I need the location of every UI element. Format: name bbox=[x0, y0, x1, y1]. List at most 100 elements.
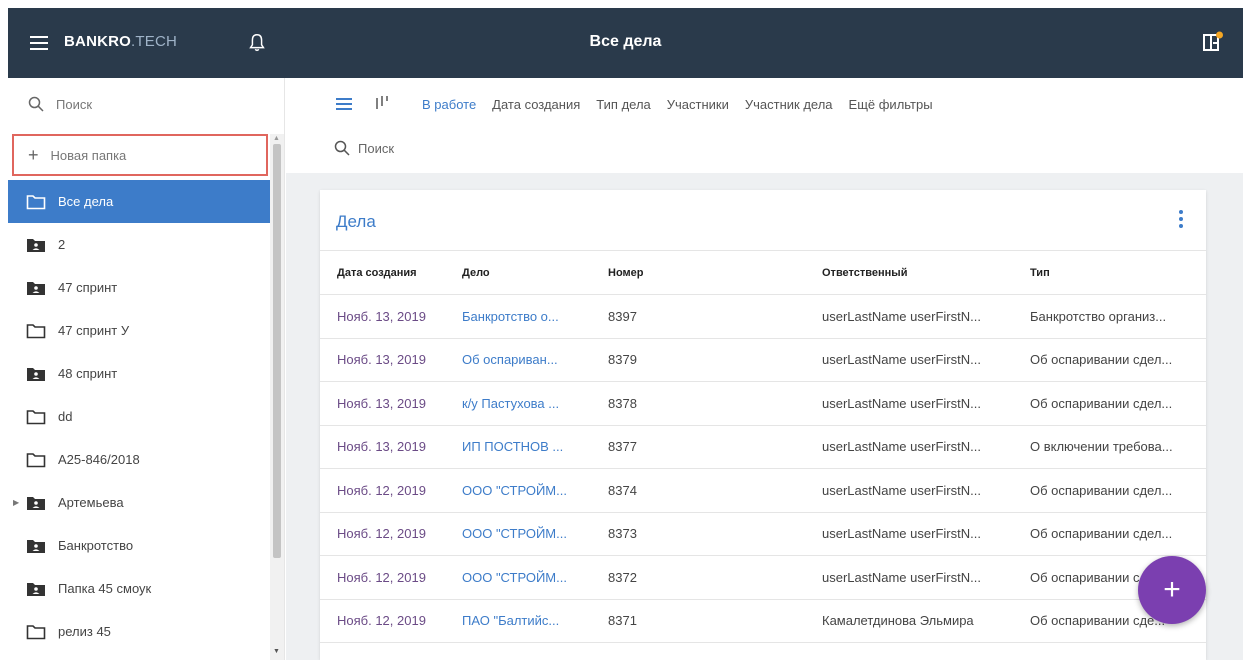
table-cell: Нояб. 12, 2019 bbox=[320, 512, 445, 556]
add-case-button[interactable]: + bbox=[1138, 556, 1206, 624]
folder-icon bbox=[26, 452, 46, 467]
table-cell: userLastName userFirstN... bbox=[805, 468, 1013, 513]
shared-folder-icon bbox=[27, 281, 45, 295]
filter-link[interactable]: Участник дела bbox=[745, 97, 833, 112]
search-icon bbox=[28, 96, 44, 112]
table-row[interactable]: Нояб. 13, 2019 Об оспариван... 8379 userLas… bbox=[320, 338, 1206, 382]
table-cell[interactable]: Банкротство о... bbox=[445, 294, 591, 339]
filter-link[interactable]: В работе bbox=[422, 97, 476, 112]
column-header[interactable]: Дело bbox=[445, 250, 591, 295]
table-cell: Нояб. 12, 2019 bbox=[320, 555, 445, 600]
table-cell: Нояб. 13, 2019 bbox=[320, 338, 445, 382]
shared-folder-icon bbox=[27, 367, 45, 381]
expand-arrow-icon[interactable]: ▶ bbox=[13, 498, 19, 507]
filter-links: В работе Дата создания Тип дела Участники Уч… bbox=[422, 97, 933, 112]
table-cell[interactable]: к/у Пастухова ... bbox=[445, 381, 591, 426]
folder-item[interactable]: Банкротство bbox=[8, 524, 270, 567]
table-cell[interactable]: Об оспариван... bbox=[445, 338, 591, 382]
new-folder-button[interactable]: + Новая папка bbox=[12, 134, 268, 176]
folder-icon bbox=[26, 409, 46, 424]
table-cell: Об оспаривании сдел... bbox=[1013, 512, 1206, 556]
main-content: В работе Дата создания Тип дела Участники Уч… bbox=[286, 78, 1243, 660]
table-cell: Об оспаривании сдел... bbox=[1013, 338, 1206, 382]
plus-icon: + bbox=[28, 145, 39, 165]
table-cell: Нояб. 12, 2019 bbox=[320, 468, 445, 513]
folder-item[interactable]: Папка 45 смоук bbox=[8, 567, 270, 610]
table-row[interactable]: Нояб. 13, 2019 ИП ПОСТНОВ ... 8377 userLast… bbox=[320, 425, 1206, 469]
folder-label: Папка 45 смоук bbox=[58, 581, 152, 596]
filter-link[interactable]: Дата создания bbox=[492, 97, 580, 112]
column-header[interactable]: Дата создания bbox=[320, 250, 445, 295]
folder-label: Артемьева bbox=[58, 495, 124, 510]
cases-card: Дела Дата создания Дело Номер Ответственный… bbox=[320, 190, 1206, 660]
table-body: Нояб. 13, 2019 Банкротство о... 8397 userLa… bbox=[320, 294, 1206, 643]
filter-link[interactable]: Ещё фильтры bbox=[849, 97, 933, 112]
filter-link[interactable]: Тип дела bbox=[596, 97, 650, 112]
cases-table: Дата создания Дело Номер Ответственный Тип Н… bbox=[320, 250, 1206, 643]
table-cell[interactable]: ООО "СТРОЙМ... bbox=[445, 512, 591, 556]
sidebar: Поиск + Новая папка Все дела 2 47 спринт 47… bbox=[8, 78, 285, 660]
page-title: Все дела bbox=[589, 33, 662, 50]
columns-icon[interactable] bbox=[374, 95, 392, 111]
table-row[interactable]: Нояб. 13, 2019 Банкротство о... 8397 userLa… bbox=[320, 294, 1206, 339]
folder-item[interactable]: релиз 45 bbox=[8, 610, 270, 653]
column-header[interactable]: Номер bbox=[591, 250, 805, 295]
folder-label: 2 bbox=[58, 237, 66, 252]
sidebar-scrollbar-thumb[interactable] bbox=[273, 144, 281, 558]
sidebar-search-placeholder: Поиск bbox=[56, 96, 93, 112]
table-cell: 8373 bbox=[591, 512, 805, 556]
table-row[interactable]: Нояб. 13, 2019 к/у Пастухова ... 8378 userL… bbox=[320, 381, 1206, 426]
more-options-icon[interactable] bbox=[1178, 210, 1184, 230]
table-cell: 8372 bbox=[591, 555, 805, 600]
table-cell: 8378 bbox=[591, 381, 805, 426]
table-row[interactable]: Нояб. 12, 2019 ООО "СТРОЙМ... 8374 userLast… bbox=[320, 468, 1206, 513]
shared-folder-icon bbox=[27, 539, 45, 553]
shared-folder-icon bbox=[27, 496, 45, 510]
table-header-row: Дата создания Дело Номер Ответственный Тип bbox=[320, 250, 1206, 295]
filter-link[interactable]: Участники bbox=[667, 97, 729, 112]
folder-item[interactable]: 47 спринт bbox=[8, 266, 270, 309]
main-search[interactable]: Поиск bbox=[334, 140, 394, 156]
list-view-icon[interactable] bbox=[336, 98, 352, 110]
column-header[interactable]: Тип bbox=[1013, 250, 1206, 295]
scroll-down-icon[interactable]: ▼ bbox=[273, 648, 280, 655]
column-header[interactable]: Ответственный bbox=[805, 250, 1013, 295]
folder-label: релиз 45 bbox=[58, 624, 111, 639]
folder-label: 47 спринт У bbox=[58, 323, 130, 338]
table-cell[interactable]: ООО "СТРОЙМ... bbox=[445, 555, 591, 600]
scroll-up-icon[interactable]: ▲ bbox=[273, 135, 280, 142]
table-cell: 8379 bbox=[591, 338, 805, 382]
shared-folder-icon bbox=[27, 582, 45, 596]
card-title: Дела bbox=[336, 212, 376, 231]
folder-item[interactable]: ▶ Артемьева bbox=[8, 481, 270, 524]
top-bar: BANKRO.TECH Все дела bbox=[8, 8, 1243, 78]
folder-item[interactable]: dd bbox=[8, 395, 270, 438]
table-cell[interactable]: ИП ПОСТНОВ ... bbox=[445, 425, 591, 469]
table-row[interactable]: Нояб. 12, 2019 ООО "СТРОЙМ... 8373 userLast… bbox=[320, 512, 1206, 556]
app-switch-icon[interactable] bbox=[1201, 30, 1225, 54]
table-cell: 8371 bbox=[591, 599, 805, 643]
search-icon bbox=[334, 140, 350, 156]
folder-icon bbox=[26, 323, 46, 338]
table-cell: Об оспаривании сдел... bbox=[1013, 468, 1206, 513]
table-cell: 8374 bbox=[591, 468, 805, 513]
table-row[interactable]: Нояб. 12, 2019 ПАО "Балтийс... 8371 Камалет… bbox=[320, 599, 1206, 643]
table-cell: Нояб. 13, 2019 bbox=[320, 381, 445, 426]
table-cell[interactable]: ООО "СТРОЙМ... bbox=[445, 468, 591, 513]
folder-item[interactable]: 48 спринт bbox=[8, 352, 270, 395]
folder-label: dd bbox=[58, 409, 73, 424]
table-cell: 8397 bbox=[591, 294, 805, 339]
table-cell: userLastName userFirstN... bbox=[805, 555, 1013, 600]
folder-item[interactable]: A25-846/2018 bbox=[8, 438, 270, 481]
table-cell[interactable]: ПАО "Балтийс... bbox=[445, 599, 591, 643]
folder-item[interactable]: Все дела bbox=[8, 180, 270, 223]
table-cell: О включении требова... bbox=[1013, 425, 1206, 469]
sidebar-search[interactable]: Поиск bbox=[8, 78, 284, 130]
folder-icon bbox=[26, 194, 46, 209]
table-cell: Нояб. 13, 2019 bbox=[320, 294, 445, 339]
table-row[interactable]: Нояб. 12, 2019 ООО "СТРОЙМ... 8372 userLast… bbox=[320, 555, 1206, 600]
folder-item[interactable]: 2 bbox=[8, 223, 270, 266]
table-cell: Камалетдинова Эльмира bbox=[805, 599, 1013, 643]
folder-item[interactable]: 47 спринт У bbox=[8, 309, 270, 352]
table-cell: userLastName userFirstN... bbox=[805, 294, 1013, 339]
